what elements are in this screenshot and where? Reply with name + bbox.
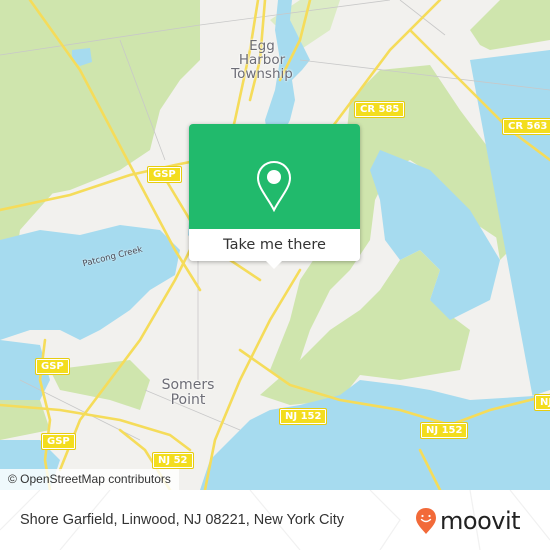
road-shield-cr585: CR 585: [353, 101, 406, 118]
road-shield-gsp: GSP: [35, 358, 70, 375]
footer: Shore Garfield, Linwood, NJ 08221, New Y…: [0, 490, 550, 550]
road-shield-cr563: CR 563: [501, 118, 550, 135]
popup-tail: [265, 260, 283, 269]
road-shield-nj152: NJ 152: [278, 408, 328, 425]
road-shield-nj152: NJ: [533, 394, 550, 411]
take-me-there-button[interactable]: Take me there: [189, 229, 360, 261]
popup-header: [189, 124, 360, 229]
moovit-wordmark: moovit: [440, 507, 521, 535]
road-shield-gsp: GSP: [147, 166, 182, 183]
moovit-pin-icon: [416, 508, 436, 534]
map-attribution[interactable]: © OpenStreetMap contributors: [0, 469, 179, 490]
place-label-somers-point: Somers Point: [161, 377, 215, 408]
place-label-egg-harbor-township: Egg Harbor Township: [231, 38, 293, 82]
map-view[interactable]: Egg Harbor Township Somers Point Patcong…: [0, 0, 550, 490]
road-shield-gsp: GSP: [41, 433, 76, 450]
road-shield-nj52: NJ 52: [152, 452, 194, 469]
address-text: Shore Garfield, Linwood, NJ 08221, New Y…: [20, 512, 345, 528]
moovit-logo[interactable]: moovit: [415, 507, 521, 535]
location-popup: Take me there: [189, 124, 360, 269]
road-shield-nj152: NJ 152: [419, 422, 469, 439]
map-pin-icon: [256, 160, 292, 212]
